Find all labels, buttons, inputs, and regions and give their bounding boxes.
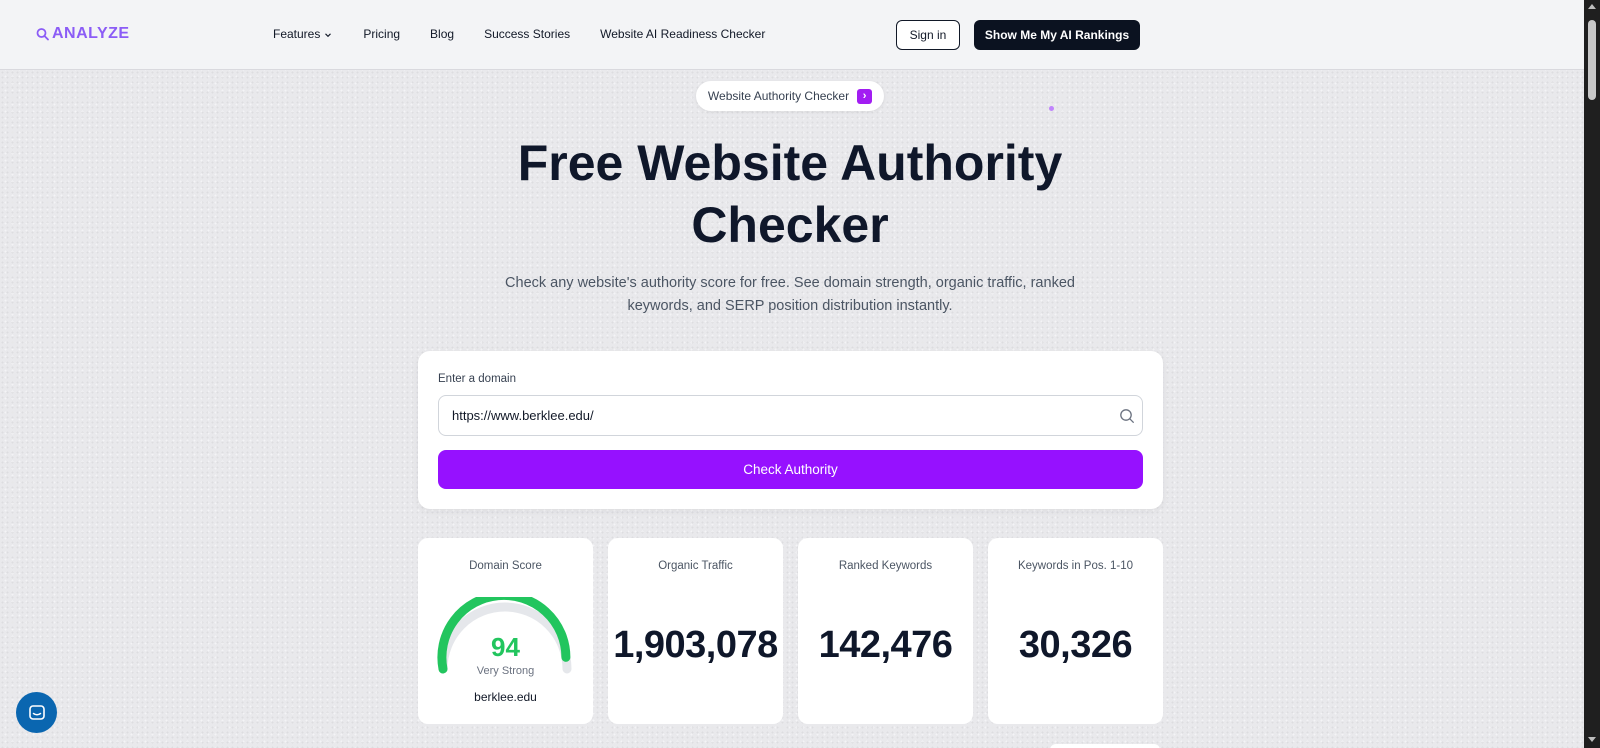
organic-traffic-value: 1,903,078	[613, 624, 778, 666]
stat-card-top10-keywords: Keywords in Pos. 1-10 30,326	[988, 538, 1163, 724]
nav-link-blog[interactable]: Blog	[430, 27, 454, 41]
decorative-dot	[1049, 106, 1054, 111]
domain-form-card: Enter a domain Check Authority	[418, 351, 1163, 509]
page-title: Free Website Authority Checker	[517, 135, 1063, 253]
sign-in-button[interactable]: Sign in	[896, 20, 960, 50]
page-subtitle: Check any website's authority score for …	[505, 275, 1075, 314]
domain-input[interactable]	[452, 396, 1092, 435]
domain-score-value: 94	[491, 632, 520, 662]
top-navbar: ANALYZE Features Pricing Blog Success St…	[0, 0, 1584, 70]
top10-keywords-label: Keywords in Pos. 1-10	[1017, 560, 1134, 572]
nav-link-success-stories[interactable]: Success Stories	[484, 27, 570, 41]
scroll-up-arrow-icon[interactable]	[1588, 4, 1596, 9]
logo-icon	[36, 28, 49, 41]
nav-link-pricing[interactable]: Pricing	[363, 27, 400, 41]
chat-launcher-button[interactable]	[16, 692, 57, 733]
domain-input-label: Enter a domain	[438, 373, 516, 385]
top10-keywords-value: 30,326	[1018, 624, 1133, 666]
stat-card-organic-traffic: Organic Traffic 1,903,078	[608, 538, 783, 724]
chevron-down-icon	[325, 32, 332, 37]
page-scrollbar[interactable]	[1584, 0, 1600, 748]
domain-score-label: Domain Score	[469, 560, 542, 572]
domain-score-domain: berklee.edu	[474, 690, 537, 704]
logo[interactable]: ANALYZE	[36, 25, 130, 43]
domain-input-wrapper	[438, 395, 1143, 436]
nav-link-ai-readiness-checker[interactable]: Website AI Readiness Checker	[600, 27, 765, 41]
nav-link-features-label: Features	[273, 27, 321, 41]
next-section-card-edge	[1050, 744, 1160, 748]
logo-text: ANALYZE	[52, 25, 130, 42]
chat-icon	[28, 704, 45, 720]
organic-traffic-label: Organic Traffic	[658, 560, 733, 572]
ranked-keywords-label: Ranked Keywords	[838, 560, 933, 572]
scroll-down-arrow-icon[interactable]	[1588, 737, 1596, 742]
chevron-right-icon: ›	[857, 88, 873, 104]
tool-badge-label: Website Authority Checker	[707, 89, 850, 103]
stat-card-ranked-keywords: Ranked Keywords 142,476	[798, 538, 973, 724]
tool-badge[interactable]: Website Authority Checker ›	[696, 81, 884, 111]
search-icon[interactable]	[1119, 408, 1135, 424]
stat-card-domain-score: Domain Score 94 Very Strong berklee.edu	[418, 538, 593, 724]
show-ai-rankings-button[interactable]: Show Me My AI Rankings	[974, 20, 1140, 50]
ranked-keywords-value: 142,476	[818, 624, 953, 666]
check-authority-button[interactable]: Check Authority	[438, 450, 1143, 489]
nav-link-features[interactable]: Features	[273, 27, 332, 41]
domain-score-rating: Very Strong	[476, 665, 535, 677]
nav-links: Features Pricing Blog Success Stories We…	[273, 27, 765, 41]
scroll-thumb[interactable]	[1588, 20, 1596, 100]
